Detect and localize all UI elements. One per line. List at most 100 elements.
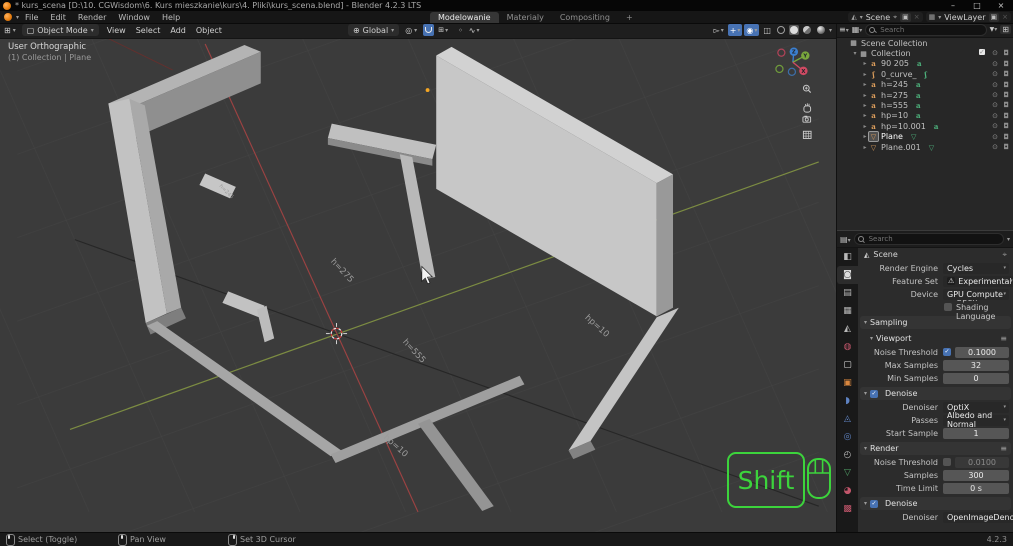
disable-in-renders-icon[interactable]: ◘ — [1003, 122, 1009, 130]
proportional-edit-toggle[interactable]: ◦ — [456, 24, 465, 36]
unlink-scene-icon[interactable]: × — [914, 13, 920, 21]
min-samples-field[interactable]: 0 — [943, 372, 1009, 384]
shading-rendered-button[interactable] — [815, 24, 827, 36]
view-layer-tab[interactable]: ▦ — [837, 302, 858, 320]
denoise-checkbox[interactable]: ✓ — [870, 499, 879, 508]
output-tab[interactable]: ▤ — [837, 284, 858, 302]
pivot-point-dropdown[interactable]: ◎ ▾ — [405, 26, 417, 35]
tool-tab[interactable]: ◧ — [837, 248, 858, 266]
outliner-editor-icon[interactable]: ≡▾ — [839, 25, 849, 34]
shading-wireframe-button[interactable] — [775, 24, 787, 36]
noise-threshold-field[interactable]: 0.1000 — [955, 346, 1009, 358]
maximize-button[interactable]: □ — [965, 0, 989, 11]
hide-in-viewport-icon[interactable]: ⊙ — [992, 91, 998, 99]
show-overlays-toggle[interactable]: ◉ ▾ — [744, 24, 760, 36]
outliner-row-0-curve-[interactable]: ▸ ʃ 0_curve_ ʃ ⊙ ◘ — [837, 69, 1013, 79]
outliner-row-hp-10[interactable]: ▸ a hp=10 a ⊙ ◘ — [837, 111, 1013, 121]
presets-icon[interactable]: ≡ — [1000, 444, 1007, 453]
close-button[interactable]: × — [989, 0, 1013, 11]
disclosure-icon[interactable]: ▸ — [861, 123, 869, 130]
outliner-row-collection[interactable]: ▾ ▦ Collection ✓ ⊙ ◘ — [837, 48, 1013, 58]
scene-selector[interactable]: ◭ ▾ Scene ⌖ ▣ × — [848, 12, 923, 22]
hide-in-viewport-icon[interactable]: ⊙ — [992, 133, 998, 141]
copy-viewlayer-icon[interactable]: ▣ — [988, 12, 1000, 22]
disclosure-icon[interactable]: ▸ — [861, 112, 869, 119]
hide-in-viewport-icon[interactable]: ⊙ — [992, 112, 998, 120]
noise-threshold-checkbox[interactable] — [943, 458, 951, 466]
workspace-tab-materialy[interactable]: Materialy — [499, 12, 552, 23]
object-data-tab[interactable]: ▽ — [837, 464, 858, 482]
start-sample-field[interactable]: 1 — [943, 427, 1009, 439]
physics-tab[interactable]: ◎ — [837, 428, 858, 446]
new-collection-button[interactable]: ⊞ — [1000, 25, 1011, 34]
outliner-row-plane[interactable]: ▸ ▽ Plane ▽ ⊙ ◘ — [837, 131, 1013, 143]
noise-threshold-checkbox[interactable]: ✓ — [943, 348, 951, 356]
disable-in-renders-icon[interactable]: ◘ — [1003, 91, 1009, 99]
disclosure-icon[interactable]: ▸ — [861, 81, 869, 88]
disclosure-icon[interactable]: ▾ — [851, 50, 859, 57]
presets-icon[interactable]: ≡ — [1000, 334, 1007, 343]
particles-tab[interactable]: ◬ — [837, 410, 858, 428]
disable-in-renders-icon[interactable]: ◘ — [1003, 143, 1009, 151]
proportional-falloff-dropdown[interactable]: ∿ ▾ — [467, 24, 482, 36]
render-engine-field[interactable]: Cycles ▾ — [943, 262, 1009, 274]
disable-in-renders-icon[interactable]: ◘ — [1003, 49, 1009, 57]
mode-dropdown[interactable]: ▢ Object Mode ▾ — [21, 24, 99, 36]
hide-in-viewport-icon[interactable]: ⊙ — [992, 101, 998, 109]
scene-tab[interactable]: ◭ — [837, 320, 858, 338]
minimize-button[interactable]: – — [941, 0, 965, 11]
disable-in-renders-icon[interactable]: ◘ — [1003, 133, 1009, 141]
hide-in-viewport-icon[interactable]: ⊙ — [992, 70, 998, 78]
hide-in-viewport-icon[interactable]: ⊙ — [992, 49, 998, 57]
outliner-filter-dropdown[interactable]: ▼▾ — [990, 26, 998, 33]
disclosure-icon[interactable]: ▸ — [861, 60, 869, 67]
denoise-checkbox[interactable]: ✓ — [870, 389, 879, 398]
disable-in-renders-icon[interactable]: ◘ — [1003, 70, 1009, 78]
max-samples-field[interactable]: 32 — [943, 359, 1009, 371]
shading-dropdown[interactable]: ▾ — [829, 27, 832, 34]
xray-toggle[interactable]: ◫ — [761, 24, 773, 36]
disclosure-icon[interactable]: ▸ — [861, 71, 869, 78]
texture-tab[interactable]: ▩ — [837, 500, 858, 518]
hide-in-viewport-icon[interactable]: ⊙ — [992, 81, 998, 89]
denoiser-field[interactable]: OpenImageDenoise▾ — [943, 511, 1013, 523]
device-field[interactable]: GPU Compute ▾ — [943, 288, 1009, 300]
disable-in-renders-icon[interactable]: ◘ — [1003, 112, 1009, 120]
samples-field[interactable]: 300 — [943, 469, 1009, 481]
disable-in-renders-icon[interactable]: ◘ — [1003, 81, 1009, 89]
shading-solid-button[interactable] — [788, 25, 799, 35]
collection-tab[interactable]: ▢ — [837, 356, 858, 374]
disable-in-renders-icon[interactable]: ◘ — [1003, 101, 1009, 109]
outliner-row-h-275[interactable]: ▸ a h=275 a ⊙ ◘ — [837, 90, 1013, 100]
feature-set-field[interactable]: ⚠ Experimental ▾ — [943, 275, 1013, 287]
properties-options-dropdown[interactable]: ▾ — [1007, 236, 1010, 243]
material-tab[interactable]: ◕ — [837, 482, 858, 500]
viewport-menu-select[interactable]: Select — [131, 26, 166, 35]
outliner-row-h-555[interactable]: ▸ a h=555 a ⊙ ◘ — [837, 100, 1013, 110]
outliner-row-hp-10-001[interactable]: ▸ a hp=10.001 a ⊙ ◘ — [837, 121, 1013, 131]
noise-threshold-field[interactable]: 0.0100 — [955, 456, 1009, 468]
outliner-row-scene-collection[interactable]: ▦ Scene Collection — [837, 38, 1013, 48]
section-viewport[interactable]: ▾ Viewport ≡ — [866, 332, 1011, 345]
menu-render[interactable]: Render — [72, 13, 112, 22]
workspace-tab-compositing[interactable]: Compositing — [552, 12, 618, 23]
object-tab[interactable]: ▣ — [837, 374, 858, 392]
pin-icon[interactable]: ⌖ — [893, 13, 897, 22]
viewlayer-selector[interactable]: ▦ ▾ ViewLayer ▣ × — [925, 12, 1011, 22]
menu-edit[interactable]: Edit — [44, 13, 72, 22]
disclosure-icon[interactable]: ▸ — [861, 92, 869, 99]
copy-scene-icon[interactable]: ▣ — [900, 12, 911, 22]
properties-search-input[interactable] — [866, 234, 1000, 244]
transform-orientation-dropdown[interactable]: ⊕ Global ▾ — [347, 24, 400, 36]
render-tab[interactable]: ◙ — [837, 266, 858, 284]
viewport-menu-add[interactable]: Add — [165, 26, 191, 35]
editor-type-button[interactable]: ⊞ ▾ — [4, 26, 16, 35]
outliner-search[interactable] — [865, 23, 987, 36]
section-denoise[interactable]: ▾ ✓ Denoise — [860, 497, 1011, 510]
menu-file[interactable]: File — [19, 13, 44, 22]
constraints-tab[interactable]: ◴ — [837, 446, 858, 464]
menu-help[interactable]: Help — [156, 13, 186, 22]
disable-in-renders-icon[interactable]: ◘ — [1003, 60, 1009, 68]
time-limit-field[interactable]: 0 s — [943, 482, 1009, 494]
blender-menu-icon[interactable] — [4, 13, 12, 21]
